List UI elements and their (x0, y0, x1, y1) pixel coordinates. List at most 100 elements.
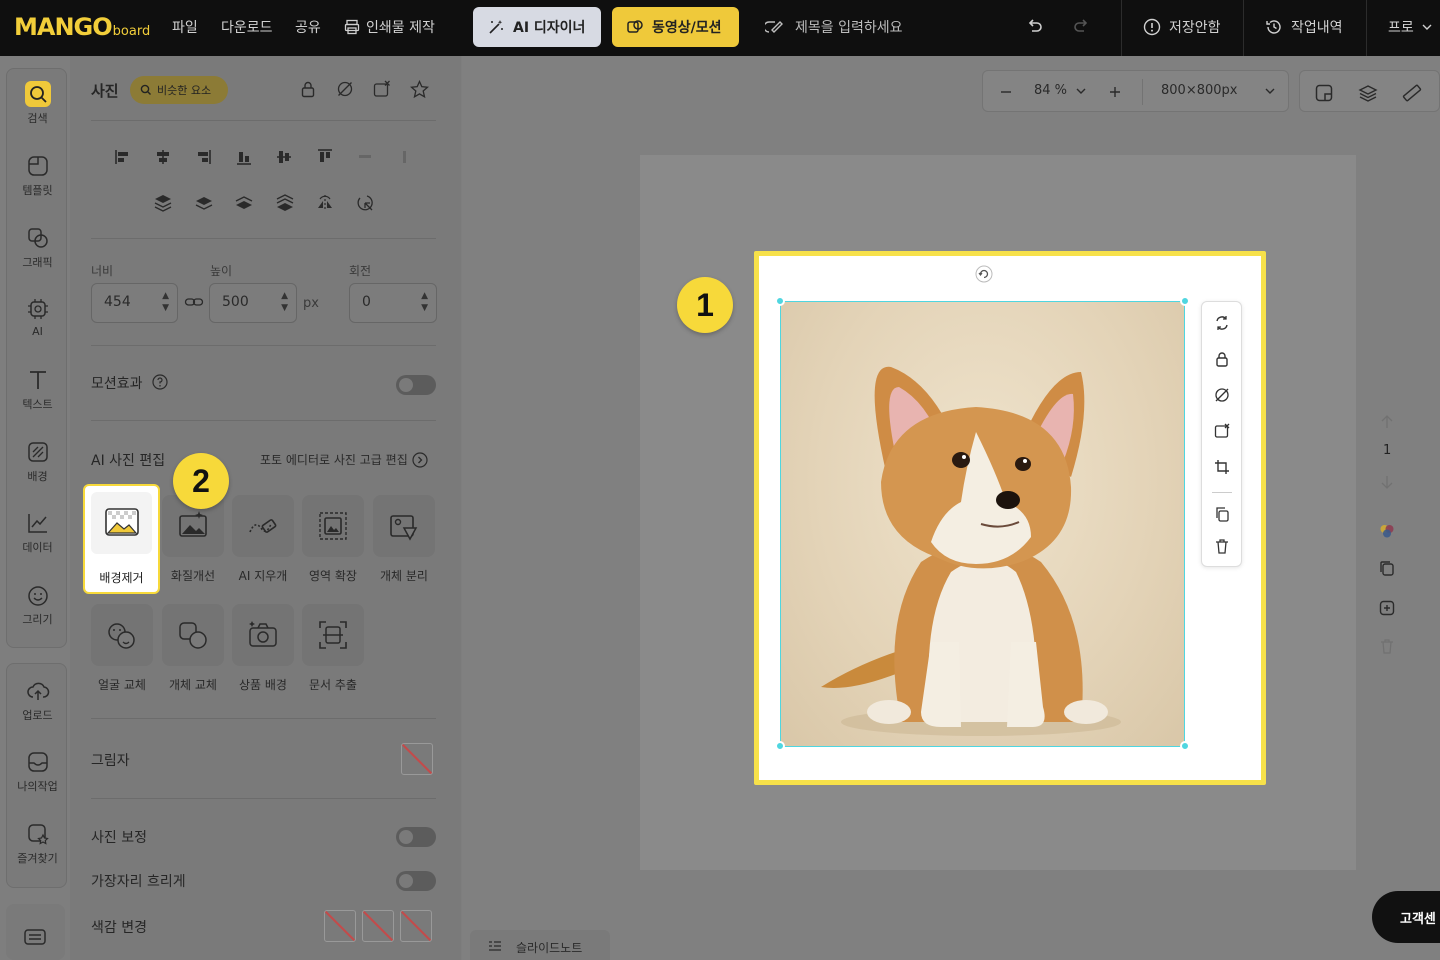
zoom-out-icon[interactable] (999, 85, 1013, 99)
video-motion-button[interactable]: 동영상/모션 (612, 7, 739, 47)
motion-toggle[interactable] (396, 375, 436, 395)
keyboard-shortcut-button[interactable] (6, 904, 65, 960)
layers-icon[interactable] (1358, 83, 1378, 103)
copy-page-icon[interactable] (1378, 560, 1396, 578)
nav-ai[interactable]: AI (7, 296, 68, 338)
redo-icon[interactable] (1072, 16, 1090, 39)
image-remove-icon[interactable] (1214, 423, 1230, 439)
similar-elements-button[interactable]: 비슷한 요소 (130, 76, 228, 104)
rotate-handle-icon[interactable] (975, 265, 993, 283)
resize-handle-top-left[interactable] (775, 296, 785, 306)
page-up-icon[interactable] (1378, 413, 1396, 431)
tool-face-swap[interactable] (91, 604, 153, 666)
tool-expand[interactable] (302, 495, 364, 557)
photo-correction-toggle[interactable] (396, 827, 436, 847)
slide-note-tab[interactable]: 슬라이드노트 (470, 930, 610, 960)
edge-blur-toggle[interactable] (396, 871, 436, 891)
history-button[interactable]: 작업내역 (1265, 17, 1343, 37)
color-swatch-2[interactable] (362, 910, 394, 942)
shadow-none-swatch[interactable] (401, 743, 433, 775)
height-stepper[interactable]: ▲ ▼ (281, 290, 288, 314)
distribute-h-icon[interactable] (357, 149, 373, 165)
nav-data[interactable]: 데이터 (7, 510, 68, 555)
unit-label: px (303, 296, 319, 311)
transparency-icon[interactable] (1214, 387, 1230, 403)
rotation-stepper[interactable]: ▲ ▼ (421, 290, 428, 314)
bring-to-front-icon[interactable] (154, 193, 172, 213)
nav-upload[interactable]: 업로드 (7, 678, 68, 723)
ai-designer-button[interactable]: AI 디자이너 (473, 7, 601, 47)
bring-forward-icon[interactable] (195, 193, 213, 213)
star-icon[interactable] (410, 80, 429, 99)
add-page-icon[interactable] (1378, 599, 1396, 617)
transparency-icon[interactable] (336, 80, 354, 98)
crop-icon[interactable] (1214, 459, 1230, 475)
align-left-icon[interactable] (115, 149, 131, 165)
canvas-size[interactable]: 800×800px (1161, 83, 1237, 98)
photo-editor-link[interactable]: 포토 에디터로 사진 고급 편집 (260, 451, 428, 468)
nav-background[interactable]: 배경 (7, 439, 68, 484)
color-palette-icon[interactable] (1378, 522, 1396, 540)
nav-graphic[interactable]: 그래픽 (7, 225, 68, 270)
chevron-down-icon[interactable] (1265, 86, 1275, 96)
nav-search[interactable]: 검색 (7, 81, 68, 126)
align-center-v-icon[interactable] (276, 149, 292, 165)
lock-icon[interactable] (299, 80, 317, 98)
menu-download[interactable]: 다운로드 (221, 17, 273, 37)
corgi-photo[interactable] (780, 301, 1185, 747)
lock-icon[interactable] (1214, 351, 1230, 367)
pro-menu[interactable]: 프로 (1388, 17, 1432, 37)
zoom-value[interactable]: 84 % (1034, 83, 1067, 98)
nav-my-work[interactable]: 나의작업 (7, 749, 68, 794)
tool-background-remove[interactable]: 배경제거 (83, 484, 160, 594)
menu-share[interactable]: 공유 (295, 17, 321, 37)
align-bottom-icon[interactable] (236, 149, 252, 165)
flip-vertical-icon[interactable] (357, 193, 375, 213)
link-aspect-icon[interactable] (184, 294, 204, 310)
align-center-h-icon[interactable] (155, 149, 171, 165)
flip-horizontal-icon[interactable] (316, 193, 334, 213)
align-right-icon[interactable] (195, 149, 211, 165)
page-down-icon[interactable] (1378, 473, 1396, 491)
resize-handle-bottom-left[interactable] (775, 741, 785, 751)
sticky-note-icon[interactable] (1314, 83, 1334, 103)
distribute-v-icon[interactable] (397, 149, 413, 165)
duplicate-icon[interactable] (1214, 506, 1230, 522)
tool-ai-eraser[interactable] (232, 495, 294, 557)
menu-print[interactable]: 인쇄물 제작 (344, 17, 435, 37)
tool-object-replace[interactable] (162, 604, 224, 666)
color-swatch-3[interactable] (400, 910, 432, 942)
customer-center-button[interactable]: 고객센 (1372, 891, 1440, 943)
align-top-icon[interactable] (317, 149, 333, 165)
save-status[interactable]: 저장안함 (1143, 17, 1221, 37)
nav-draw[interactable]: 그리기 (7, 582, 68, 627)
delete-page-icon[interactable] (1378, 637, 1396, 655)
trash-icon[interactable] (1214, 538, 1230, 554)
title-input[interactable]: 제목을 입력하세요 (765, 17, 903, 37)
menu-file[interactable]: 파일 (172, 17, 198, 37)
tool-product-background[interactable] (232, 604, 294, 666)
color-swatch-1[interactable] (324, 910, 356, 942)
replace-icon[interactable] (1214, 315, 1230, 331)
width-field[interactable]: 454 ▲ ▼ (91, 283, 178, 323)
mango-logo[interactable]: MANGOboard (14, 13, 150, 41)
send-to-back-icon[interactable] (276, 193, 294, 213)
nav-template[interactable]: 템플릿 (7, 153, 68, 198)
tool-object-separate[interactable] (373, 495, 435, 557)
width-stepper[interactable]: ▲ ▼ (162, 290, 169, 314)
height-field[interactable]: 500 ▲ ▼ (209, 283, 297, 323)
tool-document-extract[interactable] (302, 604, 364, 666)
resize-handle-bottom-right[interactable] (1180, 741, 1190, 751)
help-icon[interactable] (152, 374, 168, 390)
zoom-in-icon[interactable] (1108, 85, 1122, 99)
undo-icon[interactable] (1026, 16, 1044, 39)
ruler-icon[interactable] (1402, 83, 1422, 103)
send-backward-icon[interactable] (235, 193, 253, 213)
image-remove-icon[interactable] (373, 80, 391, 98)
resize-handle-top-right[interactable] (1180, 296, 1190, 306)
nav-text[interactable]: 텍스트 (7, 367, 68, 412)
rotation-field[interactable]: 0 ▲ ▼ (349, 283, 437, 323)
tool-product-background-label: 상품 배경 (239, 678, 287, 692)
chevron-down-icon[interactable] (1076, 86, 1086, 96)
nav-favorites[interactable]: 즐겨찾기 (7, 821, 68, 866)
